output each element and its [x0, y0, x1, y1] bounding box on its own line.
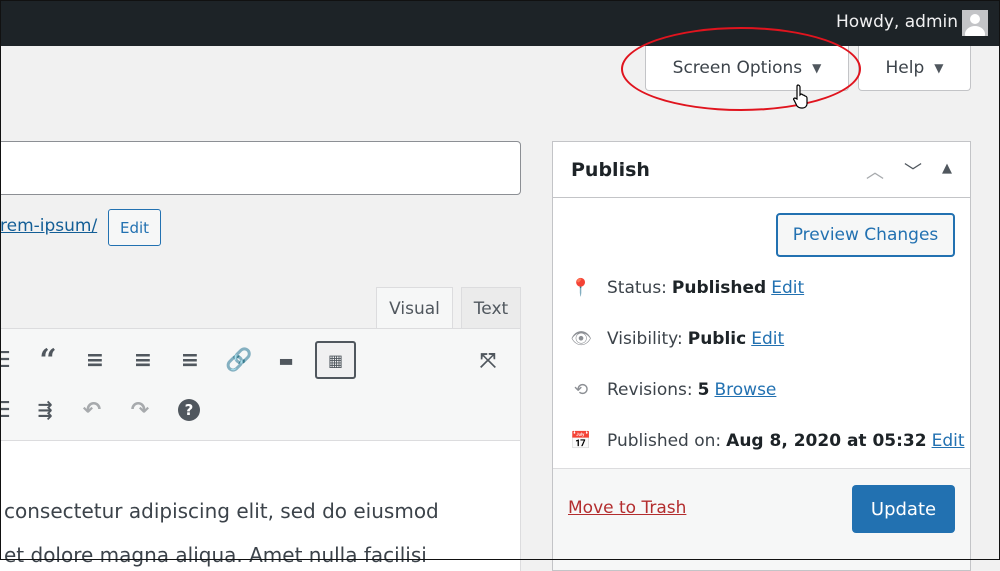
content-line: consectetur adipiscing elit, sed do eius… — [4, 499, 439, 523]
help-icon[interactable]: ? — [178, 399, 200, 421]
calendar-icon: 📅 — [570, 431, 592, 451]
status-edit-link[interactable]: Edit — [771, 278, 804, 298]
admin-bar: Howdy, admin — [0, 0, 1000, 46]
caret-down-icon: ▼ — [812, 61, 822, 75]
move-to-trash-link[interactable]: Move to Trash — [568, 498, 686, 518]
permalink-edit-button[interactable]: Edit — [108, 209, 161, 246]
redo-icon[interactable]: ↷ — [125, 395, 155, 425]
howdy-text[interactable]: Howdy, admin — [836, 12, 958, 32]
align-center-icon[interactable]: ≡ — [128, 345, 158, 375]
post-title-input[interactable] — [0, 141, 521, 195]
screen-options-label: Screen Options — [672, 58, 803, 78]
visibility-value: Public — [687, 329, 747, 349]
update-button[interactable]: Update — [852, 485, 955, 533]
indent-icon[interactable]: ☰ — [0, 395, 16, 425]
toolbar-toggle-icon[interactable]: ▦ — [315, 341, 356, 379]
screen-options-button[interactable]: Screen Options ▼ — [645, 46, 849, 91]
content-line: et dolore magna aliqua. Amet nulla facil… — [4, 543, 427, 567]
status-label: Status: — [607, 278, 667, 298]
help-label: Help — [885, 58, 925, 78]
eye-icon: 👁 — [570, 329, 592, 349]
fullscreen-icon[interactable]: ⤧ — [473, 345, 503, 375]
undo-icon[interactable]: ↶ — [77, 395, 107, 425]
tab-visual[interactable]: Visual — [376, 287, 453, 330]
tab-text[interactable]: Text — [461, 287, 521, 329]
align-right-icon[interactable]: ≡ — [175, 345, 205, 375]
visibility-label: Visibility: — [607, 329, 683, 349]
editor-content[interactable]: consectetur adipiscing elit, sed do eius… — [0, 441, 521, 571]
move-up-icon[interactable]: ︿ — [866, 158, 884, 184]
caret-down-icon: ▼ — [934, 61, 944, 75]
history-icon: ⟲ — [573, 380, 589, 400]
pin-icon: 📍 — [570, 278, 592, 298]
link-icon[interactable]: 🔗 — [224, 345, 254, 375]
revisions-label: Revisions: — [607, 380, 693, 400]
publish-actions: Move to Trash Update — [553, 468, 970, 570]
published-edit-link[interactable]: Edit — [932, 431, 965, 451]
move-down-icon[interactable]: ﹀ — [904, 158, 922, 184]
visibility-edit-link[interactable]: Edit — [751, 329, 784, 349]
hand-cursor-icon — [793, 84, 808, 109]
read-more-icon[interactable]: ▬ — [271, 345, 301, 375]
list-icon[interactable]: ☰ — [0, 345, 16, 375]
outdent-icon[interactable]: ⇶ — [30, 395, 60, 425]
publish-title: Publish — [571, 158, 650, 181]
publish-box: Publish ︿ ﹀ ▲ Preview Changes 📍 Status: Pu… — [552, 141, 971, 571]
editor-toolbar: ☰ “ ≡ ≡ ≡ 🔗 ▬ ▦ ⤧ ☰ ⇶ ↶ ↷ ? — [0, 328, 521, 441]
collapse-icon[interactable]: ▲ — [942, 158, 952, 184]
help-button[interactable]: Help ▼ — [858, 46, 971, 91]
blockquote-icon[interactable]: “ — [33, 343, 63, 378]
revisions-browse-link[interactable]: Browse — [714, 380, 776, 400]
preview-changes-button[interactable]: Preview Changes — [776, 213, 955, 257]
revisions-value: 5 — [697, 380, 710, 400]
published-label: Published on: — [607, 431, 722, 451]
align-left-icon[interactable]: ≡ — [80, 345, 110, 375]
published-value: Aug 8, 2020 at 05:32 — [726, 431, 927, 451]
avatar[interactable] — [962, 10, 988, 36]
status-value: Published — [671, 278, 767, 298]
permalink-link[interactable]: rem-ipsum/ — [0, 216, 97, 236]
